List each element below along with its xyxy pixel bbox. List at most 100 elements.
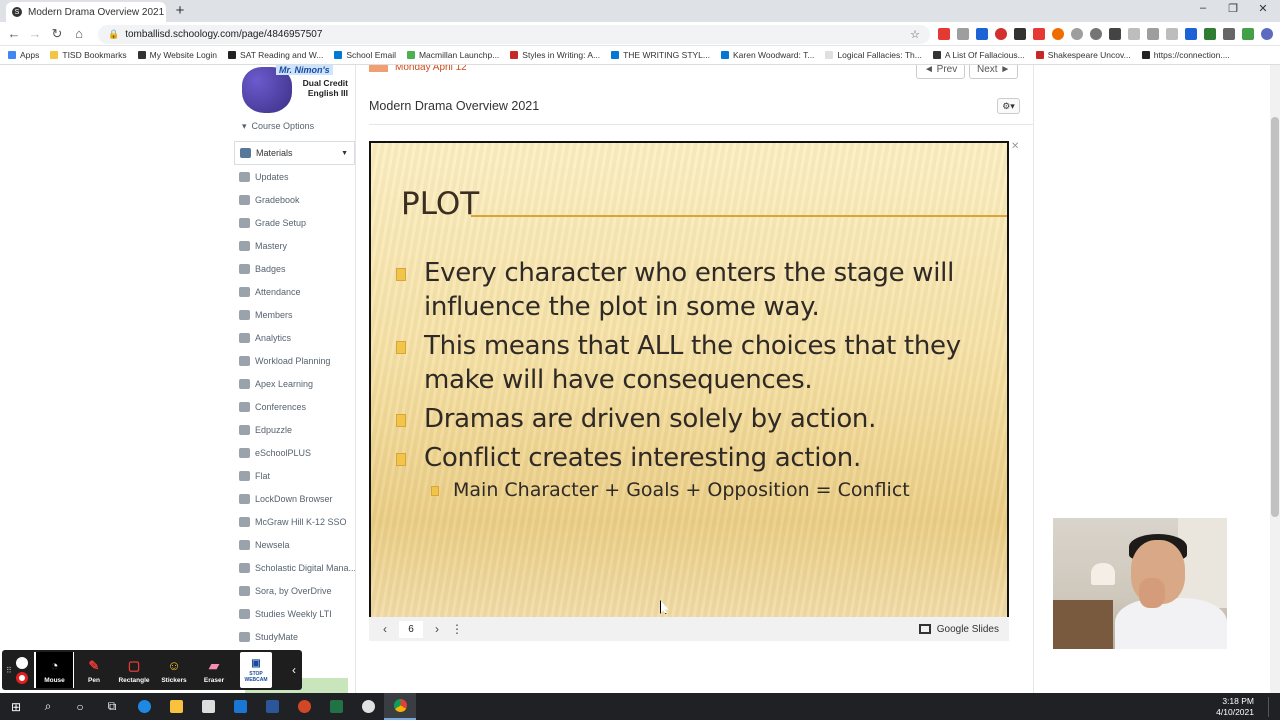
bookmark-item[interactable]: A List Of Fallacious...: [932, 50, 1025, 60]
window-close-icon[interactable]: ✕: [1248, 2, 1278, 15]
extension-icon[interactable]: [957, 28, 969, 40]
home-icon[interactable]: ⌂: [70, 25, 88, 43]
extension-icon[interactable]: [976, 28, 988, 40]
extension-icon[interactable]: [1052, 28, 1064, 40]
sidebar-item-sora-by-overdrive[interactable]: Sora, by OverDrive: [234, 579, 355, 602]
google-slides-link[interactable]: Google Slides: [918, 624, 999, 635]
url-input[interactable]: 🔒 tomballisd.schoology.com/page/48469575…: [98, 25, 930, 44]
show-desktop-button[interactable]: [1268, 696, 1276, 717]
bookmark-item[interactable]: Apps: [8, 50, 39, 60]
rectangle-tool[interactable]: ▢ Rectangle: [114, 652, 154, 688]
slide-prev-icon[interactable]: ‹: [375, 622, 395, 636]
bookmark-item[interactable]: My Website Login: [137, 50, 217, 60]
sidebar-item-edpuzzle[interactable]: Edpuzzle: [234, 418, 355, 441]
stickers-tool[interactable]: ☺ Stickers: [154, 652, 194, 688]
word-icon[interactable]: [256, 693, 288, 720]
browser-tab[interactable]: S Modern Drama Overview 2021 | Sch ✕: [6, 2, 166, 22]
file-explorer-icon[interactable]: [160, 693, 192, 720]
extension-icon[interactable]: [1166, 28, 1178, 40]
system-clock[interactable]: 3:18 PM 4/10/2021: [1216, 696, 1254, 718]
pen-tool[interactable]: ✎ Pen: [74, 652, 114, 688]
extension-icon[interactable]: [1242, 28, 1254, 40]
prev-button[interactable]: ◄ Prev: [916, 65, 966, 79]
back-icon[interactable]: ←: [5, 25, 23, 43]
bookmark-item[interactable]: Karen Woodward: T...: [721, 50, 814, 60]
collapse-toolbar-icon[interactable]: ‹: [292, 663, 296, 677]
bookmark-item[interactable]: Styles in Writing: A...: [510, 50, 600, 60]
bookmark-star-icon[interactable]: ☆: [910, 28, 920, 41]
scrollbar-thumb[interactable]: [1271, 117, 1279, 517]
more-options-icon[interactable]: ⋮: [451, 622, 463, 636]
sidebar-item-studymate[interactable]: StudyMate: [234, 625, 355, 648]
eraser-tool[interactable]: ▰ Eraser: [194, 652, 234, 688]
search-icon[interactable]: ⌕: [32, 693, 64, 720]
forward-icon[interactable]: →: [26, 25, 44, 43]
sidebar-item-studies-weekly-lti[interactable]: Studies Weekly LTI: [234, 602, 355, 625]
extension-icon[interactable]: [1090, 28, 1102, 40]
extension-icon[interactable]: [995, 28, 1007, 40]
sidebar-item-updates[interactable]: Updates: [234, 165, 355, 188]
extension-icon[interactable]: [1147, 28, 1159, 40]
restore-icon[interactable]: ❐: [1218, 2, 1248, 15]
profile-avatar[interactable]: [1261, 28, 1273, 40]
bookmark-item[interactable]: TISD Bookmarks: [50, 50, 127, 60]
mail-icon[interactable]: [224, 693, 256, 720]
puzzle-icon[interactable]: [1223, 28, 1235, 40]
next-button[interactable]: Next ►: [969, 65, 1019, 79]
sidebar-item-scholastic-digital-mana[interactable]: Scholastic Digital Mana...: [234, 556, 355, 579]
sidebar-item-flat[interactable]: Flat: [234, 464, 355, 487]
mouse-tool[interactable]: ◔ Mouse: [34, 652, 74, 688]
sidebar-item-eschoolplus[interactable]: eSchoolPLUS: [234, 441, 355, 464]
bookmark-item[interactable]: School Email: [334, 50, 396, 60]
chrome-icon[interactable]: [384, 693, 416, 720]
bookmark-item[interactable]: Macmillan Launchp...: [406, 50, 499, 60]
sidebar-item-analytics[interactable]: Analytics: [234, 326, 355, 349]
bookmark-item[interactable]: THE WRITING STYL...: [611, 50, 710, 60]
slide-next-icon[interactable]: ›: [427, 622, 447, 636]
sidebar-item-conferences[interactable]: Conferences: [234, 395, 355, 418]
store-icon[interactable]: [192, 693, 224, 720]
sidebar-item-attendance[interactable]: Attendance: [234, 280, 355, 303]
drag-handle-icon[interactable]: ⠿: [6, 666, 12, 675]
sidebar-item-workload-planning[interactable]: Workload Planning: [234, 349, 355, 372]
sidebar-item-lockdown-browser[interactable]: LockDown Browser: [234, 487, 355, 510]
webcam-overlay[interactable]: [1053, 518, 1227, 649]
extension-icon[interactable]: [938, 28, 950, 40]
pause-icon[interactable]: [16, 656, 28, 669]
sidebar-item-mcgraw-hill-k-12-sso[interactable]: McGraw Hill K-12 SSO: [234, 510, 355, 533]
page-scrollbar[interactable]: [1270, 65, 1280, 693]
sidebar-item-materials[interactable]: Materials ▼: [234, 141, 355, 165]
gear-icon[interactable]: ⚙▾: [997, 98, 1020, 114]
windows-start-icon[interactable]: ⊞: [0, 693, 32, 720]
sidebar-item-badges[interactable]: Badges: [234, 257, 355, 280]
cortana-icon[interactable]: ○: [64, 693, 96, 720]
reload-icon[interactable]: ↻: [48, 25, 66, 43]
sidebar-item-mastery[interactable]: Mastery: [234, 234, 355, 257]
edge-icon[interactable]: [128, 693, 160, 720]
minimize-icon[interactable]: –: [1188, 2, 1218, 14]
sidebar-item-grade-setup[interactable]: Grade Setup: [234, 211, 355, 234]
new-tab-button[interactable]: +: [172, 3, 188, 19]
extension-icon[interactable]: [1204, 28, 1216, 40]
extension-icon[interactable]: [1128, 28, 1140, 40]
extension-icon[interactable]: [1014, 28, 1026, 40]
extension-icon[interactable]: [1185, 28, 1197, 40]
sidebar-item-apex-learning[interactable]: Apex Learning: [234, 372, 355, 395]
bookmark-item[interactable]: Logical Fallacies: Th...: [825, 50, 922, 60]
extension-icon[interactable]: [1033, 28, 1045, 40]
close-icon[interactable]: ✕: [1011, 141, 1019, 152]
bookmark-item[interactable]: Shakespeare Uncov...: [1035, 50, 1131, 60]
sidebar-item-newsela[interactable]: Newsela: [234, 533, 355, 556]
course-options-link[interactable]: ▾ Course Options: [242, 121, 314, 132]
task-view-icon[interactable]: ⧉: [96, 693, 128, 720]
extension-icon[interactable]: [1071, 28, 1083, 40]
stop-webcam-button[interactable]: ▣ STOP WEBCAM: [240, 652, 272, 688]
bookmark-item[interactable]: https://connection....: [1141, 50, 1230, 60]
sidebar-item-members[interactable]: Members: [234, 303, 355, 326]
slide-number-input[interactable]: 6: [399, 620, 423, 638]
bookmark-item[interactable]: SAT Reading and W...: [228, 50, 323, 60]
caret-down-icon[interactable]: ▼: [341, 150, 348, 157]
excel-icon[interactable]: [320, 693, 352, 720]
stop-recording-icon[interactable]: [16, 671, 28, 684]
itunes-icon[interactable]: [352, 693, 384, 720]
